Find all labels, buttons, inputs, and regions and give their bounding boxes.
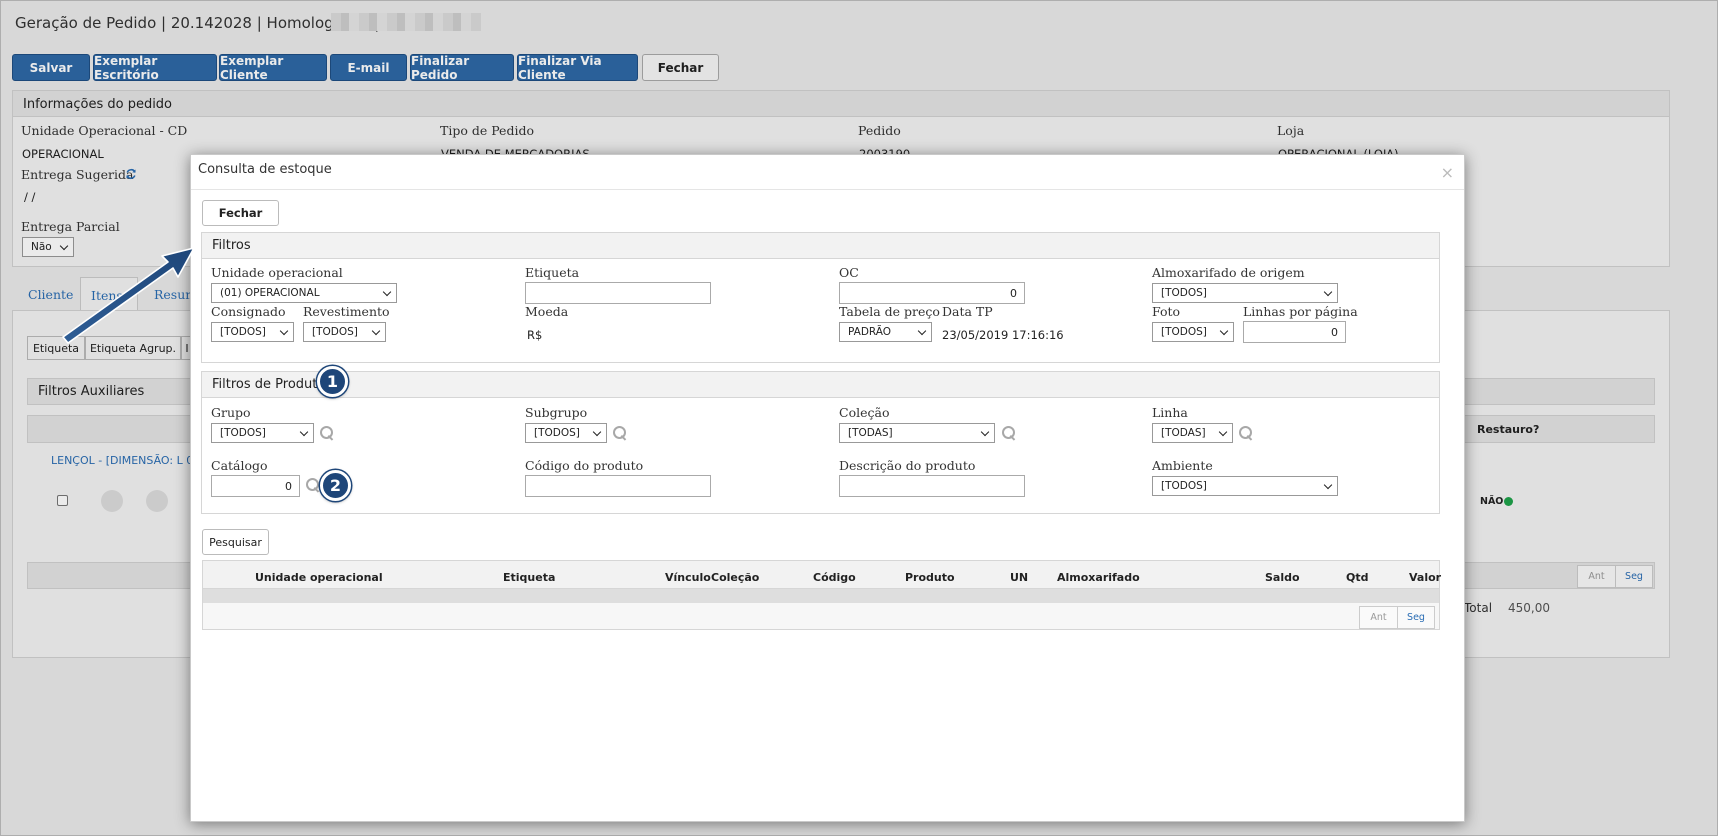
annotation-arrow-icon (62, 247, 195, 344)
